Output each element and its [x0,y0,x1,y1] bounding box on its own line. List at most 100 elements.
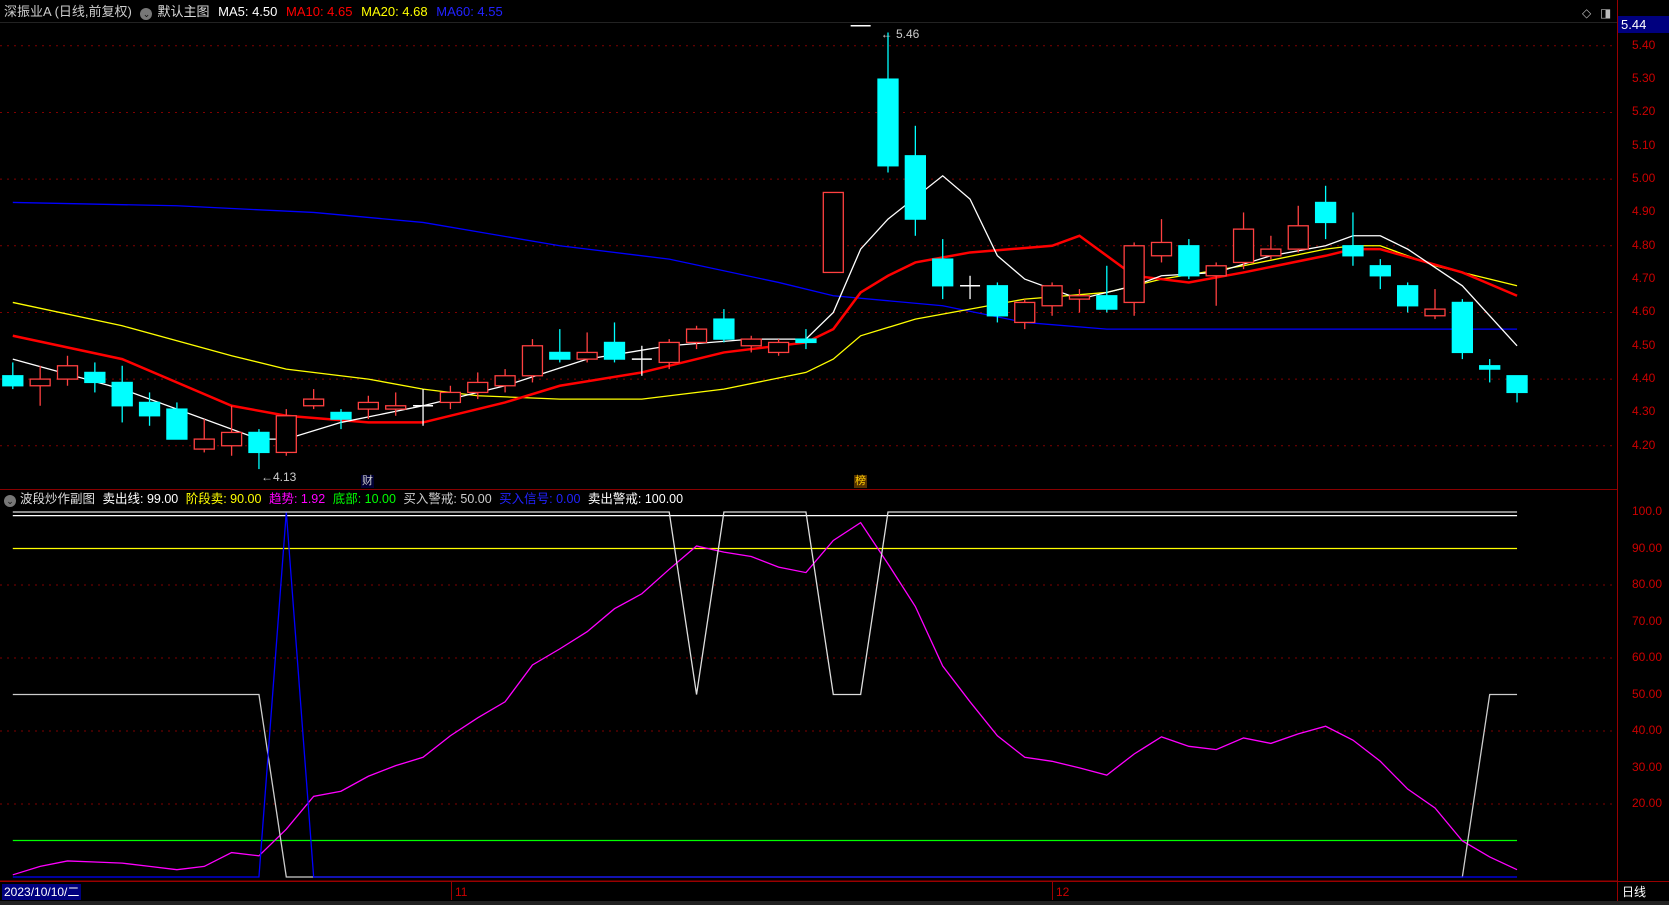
buy-signal-value: 买入信号: 0.00 [499,492,581,506]
price-axis-label: 5.20 [1632,104,1656,119]
candle-body [275,415,297,454]
candle-body [932,258,954,287]
price-axis-label: 4.90 [1632,204,1656,219]
candle-body [1369,265,1391,277]
ma10-value: MA10: 4.65 [286,4,353,19]
candle-body [685,328,708,344]
price-axis-label: 5.10 [1632,137,1656,152]
candle-body [1479,365,1501,370]
indicator-name[interactable]: 波段炒作副图 [20,492,95,506]
month-tick-12: 12 [1052,882,1069,900]
candle-body [1506,375,1528,394]
candle-body [166,408,188,440]
candle-body [1314,201,1337,224]
candle-body [302,398,325,407]
price-axis-label: 4.40 [1632,371,1656,386]
finance-marker[interactable]: 财 [361,475,374,488]
indicator-axis-label: 50.00 [1632,686,1663,701]
buy-warn-value: 买入警戒: 50.00 [403,492,492,506]
period-label[interactable]: 日线 [1622,882,1646,902]
ma5-line [12,174,1518,440]
cursor-date: 2023/10/10/二 [2,884,82,900]
sell-warn-value: 卖出警戒: 100.00 [587,492,684,506]
candle-body [658,341,680,364]
price-axis-label: 4.70 [1632,271,1656,286]
indicator-axis-label: 60.00 [1632,650,1663,664]
candle-body [2,375,24,387]
indicator-axis-label: 80.00 [1632,577,1663,591]
low-price-label: ←4.13 [261,470,297,484]
price-axis-label: 4.50 [1632,337,1656,352]
candle-body [1178,245,1200,277]
ranking-marker[interactable]: 榜 [854,475,867,488]
price-axis-label: 4.60 [1632,304,1656,319]
candle-body [467,381,489,394]
candle-body [1014,301,1036,324]
chevron-down-icon[interactable]: ⌄ [4,495,16,507]
chevron-down-icon[interactable]: ⌄ [140,8,153,20]
indicator-axis-label: 40.00 [1632,723,1663,737]
candle-body [494,375,516,387]
diamond-icon[interactable]: ◇ [1582,6,1591,20]
month-tick-11: 11 [451,882,467,900]
main-chart-header: 深振业A (日线,前复权) ⌄ 默认主图 MA5: 4.50 MA10: 4.65… [0,0,1617,23]
ma60-line [12,201,1518,330]
candle-body [713,318,735,340]
trend-value: 趋势: 1.92 [268,492,326,506]
ma60-value: MA60: 4.55 [436,4,503,19]
price-axis-label: 5.30 [1632,71,1656,86]
chart-canvas[interactable]: ← 5.46 ←4.13 [0,0,1617,881]
candle-body [1041,285,1063,307]
candle-body [795,338,817,344]
candle-body [603,341,626,360]
candle-body [521,345,544,377]
price-axis-label: 4.30 [1632,404,1656,419]
indicator-axis-label: 30.00 [1632,759,1663,774]
candle-body [822,191,844,274]
candle-body [1260,248,1282,257]
stock-title[interactable]: 深振业A (日线,前复权) [4,4,132,19]
price-axis-label: 5.00 [1632,171,1656,186]
candle-body [986,285,1009,317]
candle-body [1424,308,1446,317]
scrollbar[interactable] [0,901,1669,905]
candle-body [56,365,79,380]
candle-body [1342,245,1364,257]
indicator-line-卖出警戒 [12,511,1518,696]
candle-body [84,371,106,384]
time-axis: 2023/10/10/二 11 12 日线 [0,881,1669,901]
ma20-value: MA20: 4.68 [361,4,428,19]
ma20-line [12,245,1518,400]
candle-body [576,351,598,360]
chart-template-name[interactable]: 默认主图 [157,4,209,19]
candle-body [1451,301,1473,354]
candle-body [549,351,571,360]
price-axis: 5.40 5.30 5.20 5.10 5.00 4.90 4.80 4.70 4.60 4.50… [1617,0,1669,901]
ma5-value: MA5: 4.50 [218,4,278,19]
indicator-axis-label: 100.0 [1632,504,1663,518]
indicator-header: ⌄ 波段炒作副图 卖出线: 99.00 阶段卖: 90.00 趋势: 1.92 底… [0,489,1617,508]
candle-body [248,431,270,454]
panel-toggle-icon[interactable]: ◨ [1600,6,1611,20]
price-axis-label: 4.80 [1632,237,1656,252]
candle-body [1397,285,1419,307]
candle-body [1096,295,1118,310]
candle-body [1287,225,1309,250]
high-price-label: ← 5.46 [881,27,920,41]
candle-body [877,78,899,167]
current-price-badge: 5.44 [1618,16,1669,33]
price-axis-label: 5.40 [1632,37,1656,52]
candle-body [111,381,133,407]
bottom-value: 底部: 10.00 [332,492,396,506]
candle-body [439,391,462,404]
indicator-axis-label: 70.00 [1632,613,1663,628]
candle-body [193,438,215,450]
candle-body [1150,241,1173,257]
candle-body [330,411,352,420]
candle-body [357,401,380,410]
candle-body [385,405,407,410]
candle-body [1068,295,1091,300]
candle-body [904,155,926,220]
sell-line-value: 卖出线: 99.00 [102,492,179,506]
stage-sell-value: 阶段卖: 90.00 [185,492,262,506]
